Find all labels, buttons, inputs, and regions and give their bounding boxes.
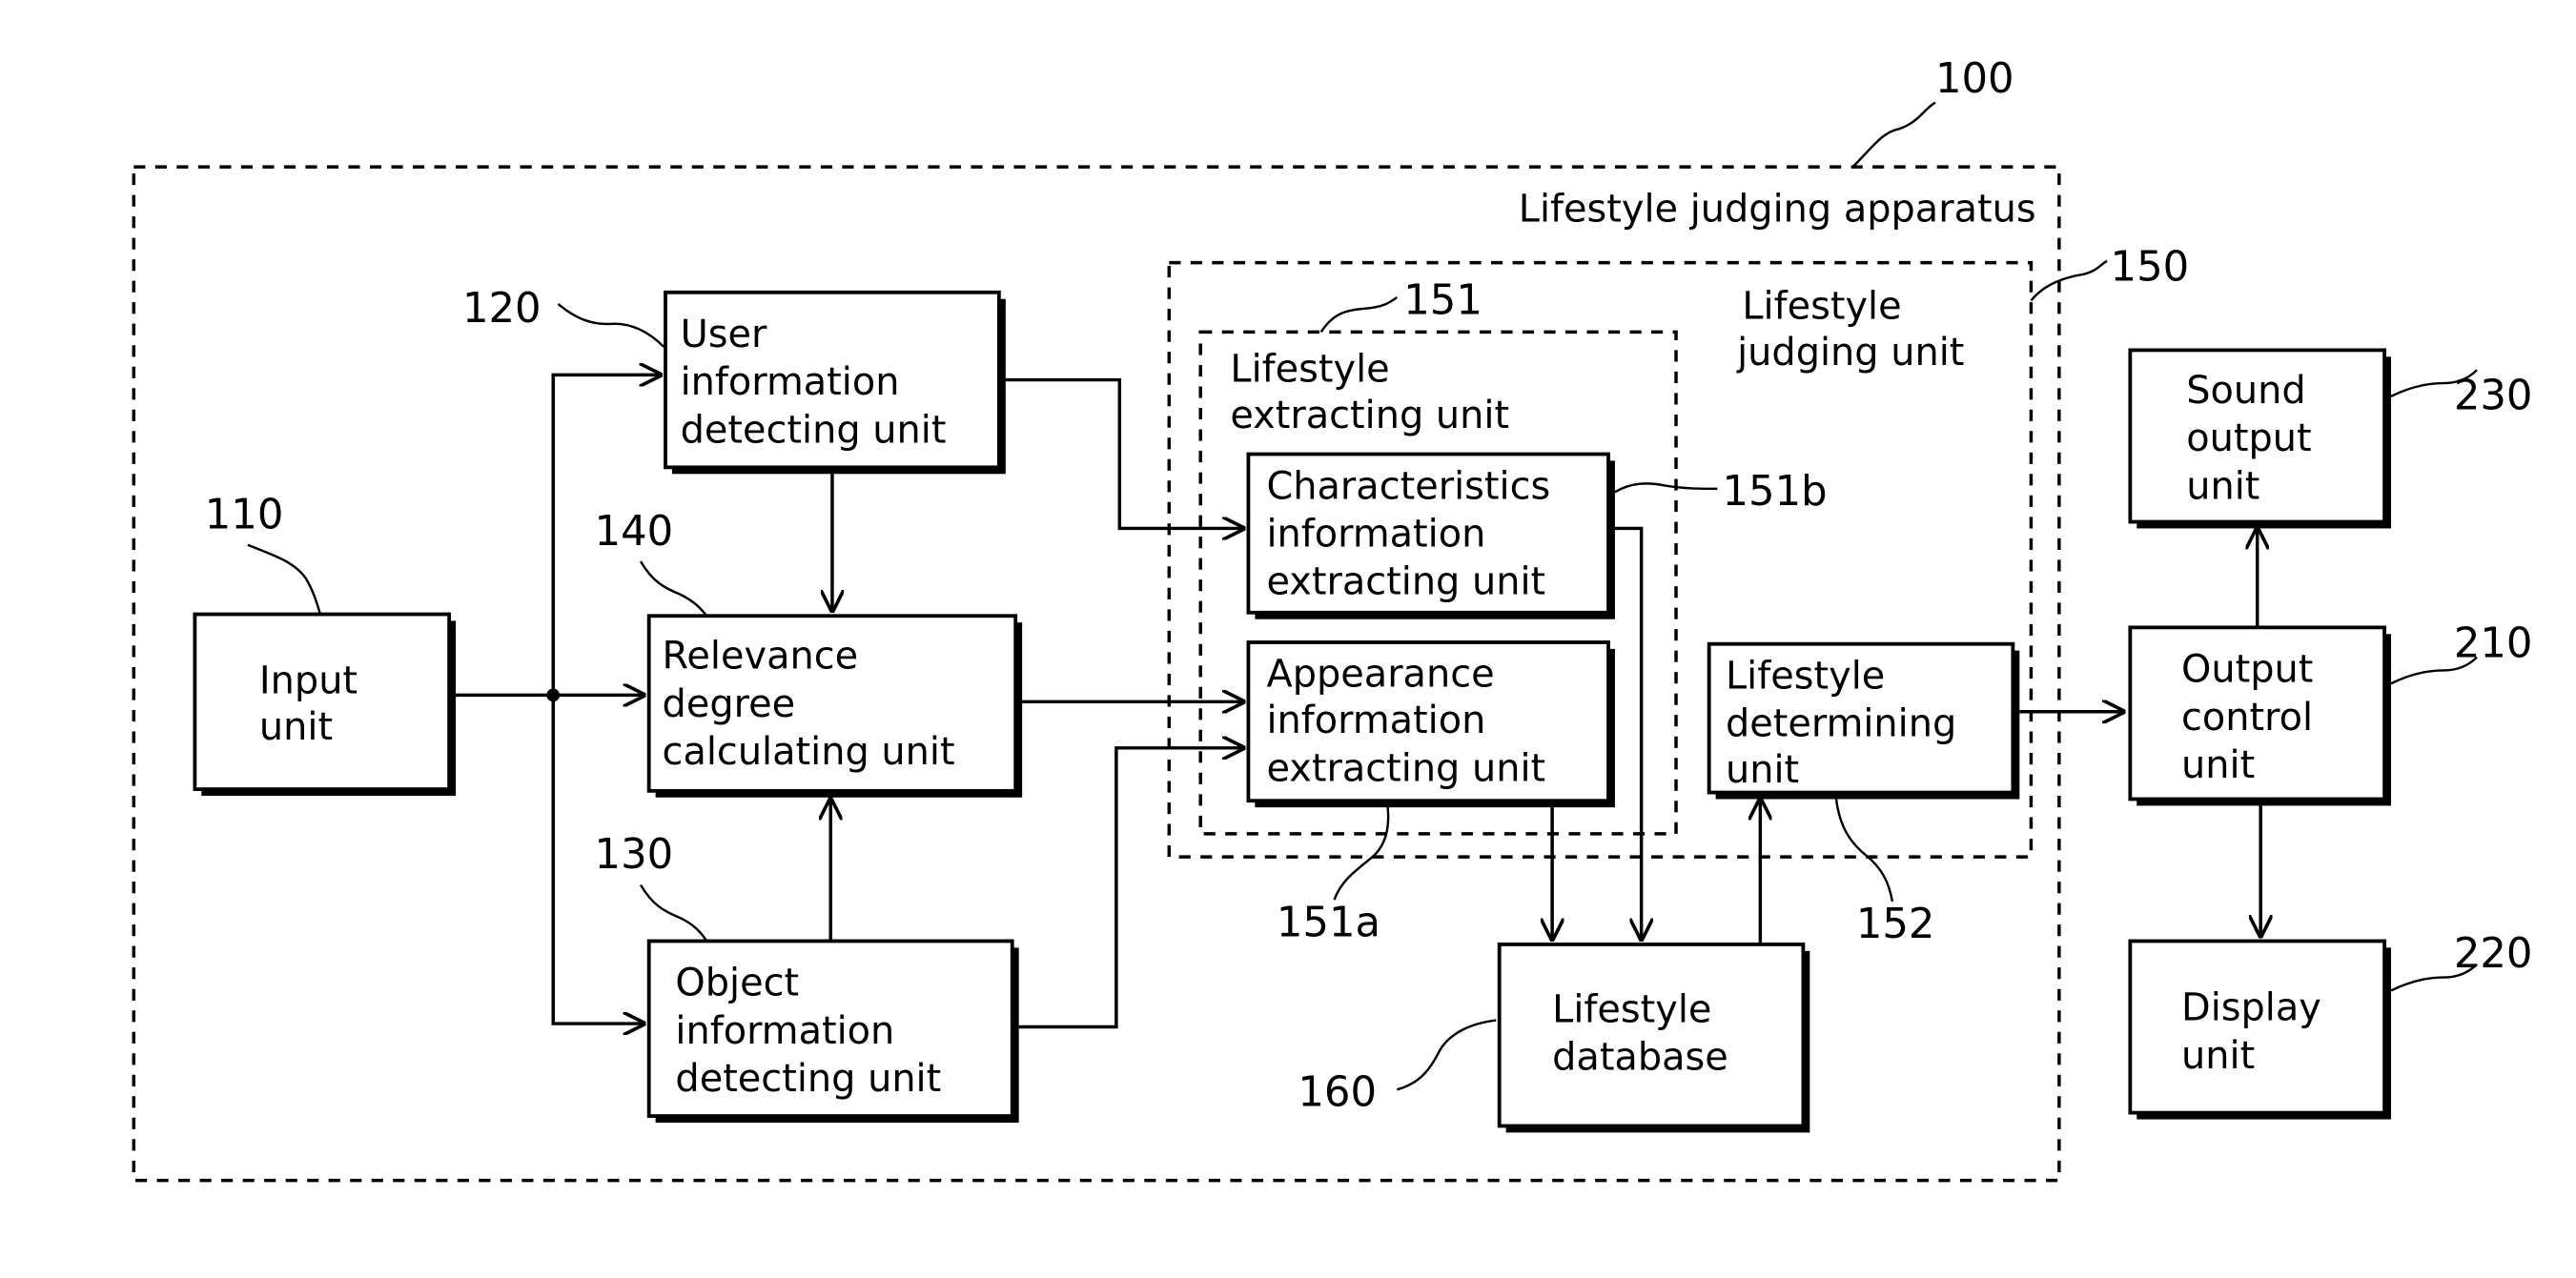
relevance-label-2: degree [663, 682, 796, 726]
ref-230: 230 [2454, 373, 2533, 420]
leader-151 [1319, 295, 1399, 334]
sound-label-2: output [2186, 416, 2311, 460]
leader-120 [557, 302, 665, 348]
characteristics-label-3: extracting unit [1266, 560, 1545, 604]
lifestyle-database-block: Lifestyle database [1497, 943, 1810, 1133]
output-control-label-3: unit [2181, 743, 2255, 787]
leader-151b [1614, 482, 1718, 494]
object-info-label-1: Object [675, 962, 799, 1005]
user-info-label-2: information [681, 360, 900, 404]
object-info-label-2: information [675, 1009, 894, 1053]
arrow-characteristics-to-database [1614, 526, 1642, 939]
leader-140 [639, 560, 708, 618]
characteristics-label-2: information [1266, 513, 1485, 557]
appearance-label-2: information [1266, 699, 1485, 742]
user-info-label-1: User [681, 313, 767, 356]
ref-150: 150 [2111, 244, 2190, 292]
appearance-label-1: Appearance [1266, 653, 1494, 697]
input-unit-block: Input unit [193, 612, 457, 797]
lifestyle-determining-unit-block: Lifestyle determining unit [1707, 641, 2020, 800]
leader-150 [2030, 259, 2108, 302]
object-info-label-3: detecting unit [675, 1057, 941, 1101]
judging-unit-label-2: judging unit [1736, 331, 1964, 375]
object-information-detecting-unit-block: Object information detecting unit [646, 939, 1019, 1123]
user-information-detecting-unit-block: User information detecting unit [664, 290, 1006, 475]
sound-label-1: Sound [2186, 369, 2305, 413]
ref-151b: 151b [1723, 468, 1828, 516]
user-info-label-3: detecting unit [681, 408, 947, 452]
relevance-degree-calculating-unit-block: Relevance degree calculating unit [646, 614, 1023, 798]
ref-160: 160 [1298, 1069, 1377, 1117]
database-label-1: Lifestyle [1552, 987, 1711, 1031]
sound-label-3: unit [2186, 464, 2259, 508]
output-control-label-2: control [2181, 696, 2313, 740]
leader-100 [1851, 101, 1936, 168]
determining-label-3: unit [1726, 748, 1799, 792]
ref-100: 100 [1935, 55, 2014, 103]
input-unit-label-2: unit [259, 705, 333, 749]
apparatus-label: Lifestyle judging apparatus [1519, 187, 2036, 231]
ref-110: 110 [205, 491, 284, 538]
ref-210: 210 [2454, 620, 2533, 668]
characteristics-information-extracting-unit-block: Characteristics information extracting u… [1246, 452, 1615, 619]
relevance-label-1: Relevance [663, 635, 859, 679]
leader-151a [1333, 801, 1390, 901]
arrow-user-info-to-characteristics [1005, 377, 1243, 529]
determining-label-1: Lifestyle [1726, 654, 1885, 698]
appearance-information-extracting-unit-block: Appearance information extracting unit [1246, 640, 1615, 808]
sound-output-unit-block: Sound output unit [2128, 348, 2392, 529]
ref-151a: 151a [1277, 899, 1380, 946]
appearance-label-3: extracting unit [1266, 746, 1545, 790]
leader-130 [639, 883, 708, 943]
extracting-unit-label-1: Lifestyle [1230, 347, 1389, 391]
ref-130: 130 [595, 831, 674, 879]
display-unit-block: Display unit [2128, 939, 2392, 1120]
leader-152 [1834, 799, 1894, 903]
leader-160 [1396, 1019, 1497, 1091]
determining-label-2: determining [1726, 702, 1956, 746]
ref-152: 152 [1856, 901, 1935, 948]
arrow-object-info-to-appearance [1018, 748, 1244, 1029]
ref-120: 120 [462, 285, 542, 333]
ref-140: 140 [595, 508, 674, 556]
extracting-unit-label-2: extracting unit [1230, 394, 1509, 437]
ref-151: 151 [1403, 276, 1482, 324]
input-unit-label-1: Input [259, 659, 358, 703]
display-label-1: Display [2181, 986, 2321, 1030]
database-label-2: database [1552, 1036, 1728, 1080]
relevance-label-3: calculating unit [663, 730, 955, 774]
output-control-label-1: Output [2181, 648, 2313, 692]
display-label-2: unit [2181, 1034, 2255, 1078]
characteristics-label-1: Characteristics [1266, 464, 1550, 508]
output-control-unit-block: Output control unit [2128, 625, 2392, 806]
block-diagram: Lifestyle judging apparatus 100 Lifestyl… [132, 55, 2533, 1183]
ref-220: 220 [2454, 930, 2533, 978]
leader-110 [247, 543, 322, 615]
judging-unit-label-1: Lifestyle [1742, 284, 1901, 328]
